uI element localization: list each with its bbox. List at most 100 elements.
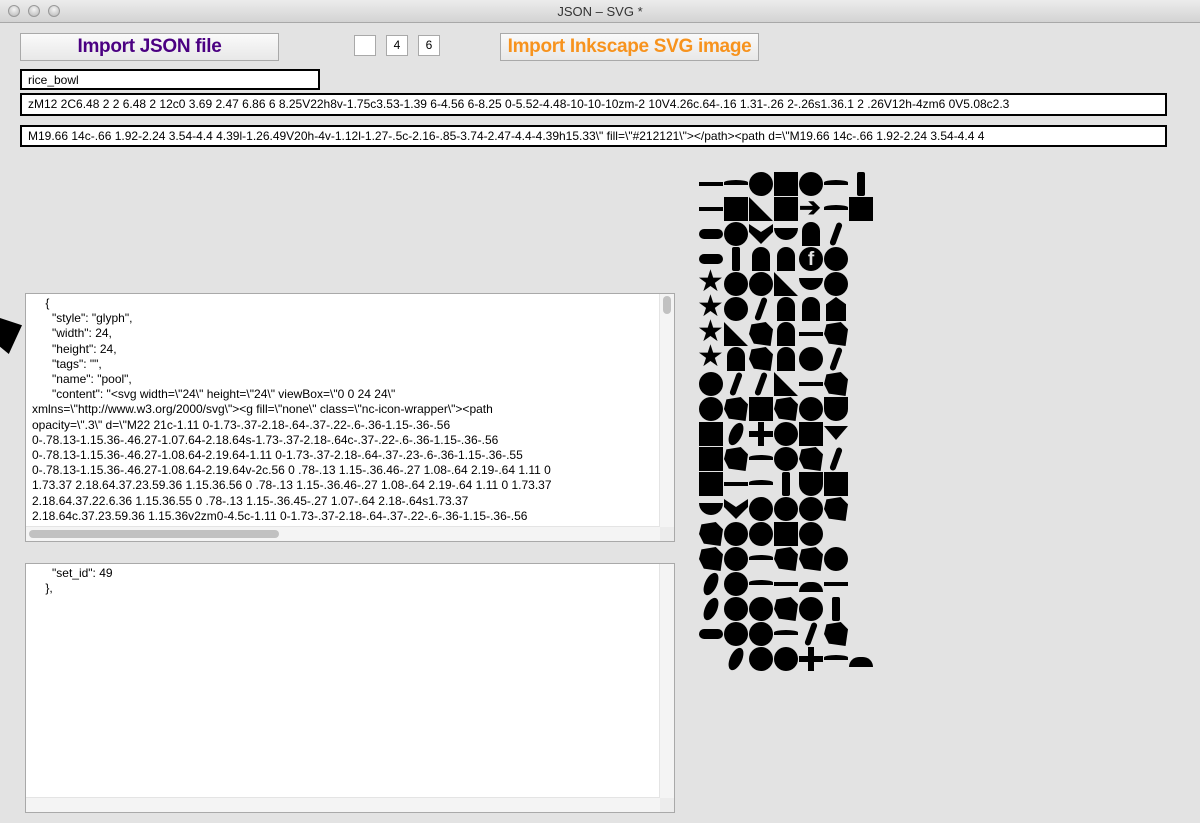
arc-glyph-icon xyxy=(749,572,773,596)
bar-glyph-icon xyxy=(724,247,748,271)
circle-glyph-icon xyxy=(699,397,723,421)
text-line: "style": "glyph", xyxy=(32,311,133,326)
chevron-glyph-icon xyxy=(749,222,773,246)
half-bottom-glyph-icon xyxy=(774,222,798,246)
text-line: 0-.78.13-1.15.36-.46.27-1.08.64-2.19.64-… xyxy=(32,448,523,463)
bar-glyph-icon xyxy=(774,472,798,496)
piece-glyph-icon xyxy=(699,547,723,571)
circle-glyph-icon xyxy=(724,222,748,246)
circle-glyph-icon xyxy=(799,397,823,421)
scroll-corner xyxy=(660,527,674,541)
number-box-3[interactable]: 6 xyxy=(418,35,440,56)
arch-glyph-icon xyxy=(799,297,823,321)
piece-glyph-icon xyxy=(774,397,798,421)
text-line: 0-.78.13-1.15.36-.46.27-1.08.64-2.19.64v… xyxy=(32,463,551,478)
arc-glyph-icon xyxy=(724,172,748,196)
json-editor-content: { "style": "glyph", "width": 24, "height… xyxy=(32,296,656,539)
number-box-1[interactable] xyxy=(354,35,376,56)
pill-glyph-icon xyxy=(699,222,723,246)
slash-glyph-icon xyxy=(749,296,773,322)
arch-glyph-icon xyxy=(774,322,798,346)
svg-path-input-2[interactable]: M19.66 14c-.66 1.92-2.24 3.54-4.4 4.39l-… xyxy=(20,125,1167,147)
circle-glyph-icon xyxy=(699,372,723,396)
slash-glyph-icon xyxy=(724,371,748,397)
facebook-glyph-icon: f xyxy=(799,247,823,271)
arrow-glyph-icon: ➔ xyxy=(799,192,821,222)
circle-glyph-icon xyxy=(749,647,773,671)
import-svg-button[interactable]: Import Inkscape SVG image xyxy=(500,33,759,61)
slash-glyph-icon xyxy=(749,371,773,397)
circle-glyph-icon xyxy=(824,547,848,571)
icon-name-input[interactable]: rice_bowl xyxy=(20,69,320,90)
circle-glyph-icon xyxy=(774,497,798,521)
dash-glyph-icon xyxy=(799,372,823,396)
svg-path-input-1[interactable]: zM12 2C6.48 2 2 6.48 2 12c0 3.69 2.47 6.… xyxy=(20,93,1167,116)
dash-glyph-icon xyxy=(824,572,848,596)
triangle-glyph-icon xyxy=(774,372,798,396)
number-box-2[interactable]: 4 xyxy=(386,35,408,56)
piece-glyph-icon xyxy=(774,597,798,621)
dash-glyph-icon xyxy=(774,572,798,596)
text-line: "name": "pool", xyxy=(32,372,132,387)
circle-glyph-icon xyxy=(774,447,798,471)
text-line: }, xyxy=(32,581,53,596)
triangle-glyph-icon xyxy=(749,197,773,221)
slash-glyph-icon xyxy=(824,346,848,372)
piece-glyph-icon xyxy=(799,447,823,471)
circle-glyph-icon xyxy=(824,247,848,271)
text-line: "width": 24, xyxy=(32,326,112,341)
lens-glyph-icon xyxy=(699,595,723,623)
dash-glyph-icon xyxy=(699,197,723,221)
dash-glyph-icon xyxy=(699,172,723,196)
vertical-scrollbar[interactable] xyxy=(659,564,674,798)
pentagon-glyph-icon xyxy=(824,297,848,321)
circle-glyph-icon xyxy=(749,522,773,546)
horizontal-scrollbar[interactable] xyxy=(26,526,660,541)
square-glyph-icon xyxy=(699,472,723,496)
circle-glyph-icon xyxy=(824,272,848,296)
scrollbar-thumb[interactable] xyxy=(663,296,671,314)
circle-glyph-icon xyxy=(799,347,823,371)
text-line: opacity=\".3\" d=\"M22 21c-1.11 0-1.73-.… xyxy=(32,417,451,432)
circle-glyph-icon xyxy=(799,497,823,521)
dash-glyph-icon xyxy=(724,472,748,496)
triangle-glyph-icon xyxy=(774,272,798,296)
json-editor-textarea[interactable]: { "style": "glyph", "width": 24, "height… xyxy=(25,293,675,542)
lens-glyph-icon xyxy=(699,570,723,598)
vertical-scrollbar[interactable] xyxy=(659,294,674,527)
import-json-button[interactable]: Import JSON file xyxy=(20,33,279,61)
shield-glyph-icon xyxy=(824,397,848,421)
square-glyph-icon xyxy=(849,197,873,221)
arc-glyph-icon xyxy=(824,647,848,671)
arch-glyph-icon xyxy=(774,247,798,271)
circle-glyph-icon xyxy=(749,272,773,296)
triangle-down-glyph-icon xyxy=(824,422,848,446)
lens-glyph-icon xyxy=(724,420,748,448)
square-glyph-icon xyxy=(749,397,773,421)
pill-glyph-icon xyxy=(699,622,723,646)
circle-glyph-icon xyxy=(724,272,748,296)
circle-glyph-icon xyxy=(724,572,748,596)
piece-glyph-icon xyxy=(749,322,773,346)
square-glyph-icon xyxy=(774,522,798,546)
json-output-textarea[interactable]: "set_id": 49 }, xyxy=(25,563,675,813)
circle-glyph-icon xyxy=(749,597,773,621)
piece-glyph-icon xyxy=(824,622,848,646)
arc-glyph-icon xyxy=(824,172,848,196)
arch-glyph-icon xyxy=(724,347,748,371)
text-line: "tags": "", xyxy=(32,356,102,371)
text-line: xmlns=\"http://www.w3.org/2000/svg\"><g … xyxy=(32,402,493,417)
text-line: 2.18.64c.37.23.59.36 1.15.36v2zm0-4.5c-1… xyxy=(32,508,528,523)
circle-glyph-icon xyxy=(799,597,823,621)
circle-glyph-icon xyxy=(724,622,748,646)
arc-glyph-icon xyxy=(749,447,773,471)
window-title: JSON – SVG * xyxy=(557,4,643,19)
half-top-glyph-icon xyxy=(799,572,823,596)
text-line: 1.73.37 2.18.64.37.23.59.36 1.15.36.56 0… xyxy=(32,478,552,493)
circle-glyph-icon xyxy=(774,647,798,671)
horizontal-scrollbar[interactable] xyxy=(26,797,660,812)
square-glyph-icon xyxy=(774,197,798,221)
circle-glyph-icon xyxy=(724,597,748,621)
scrollbar-thumb[interactable] xyxy=(29,530,279,538)
bar-glyph-icon xyxy=(849,172,873,196)
